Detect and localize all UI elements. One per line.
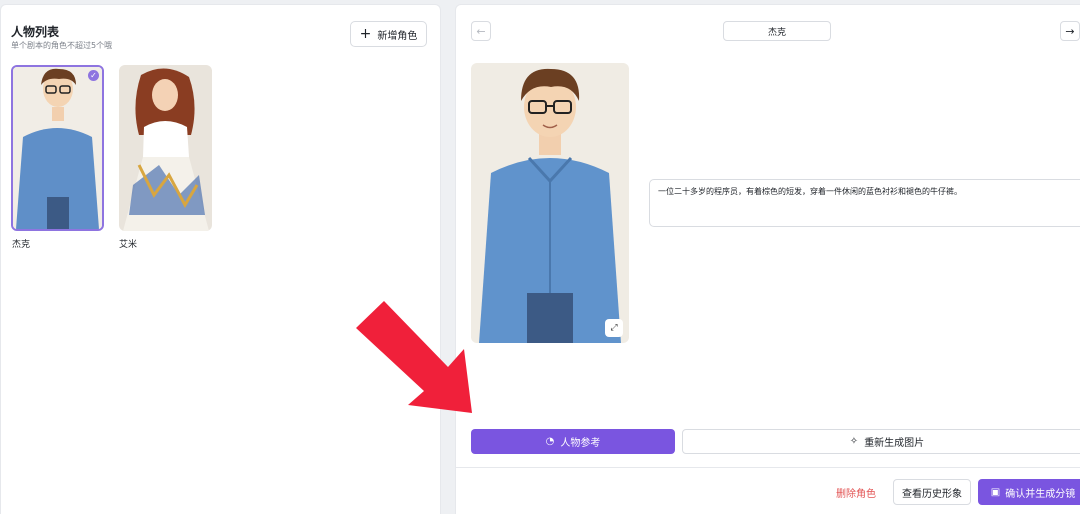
- character-thumbnail-jack: [13, 67, 102, 229]
- character-portrait: ⤢: [471, 63, 629, 343]
- delete-character-link[interactable]: 删除角色: [836, 485, 876, 500]
- confirm-generate-label: 确认并生成分镜: [1005, 488, 1076, 500]
- character-description-input[interactable]: 一位二十多岁的程序员，有着棕色的短发，穿着一件休闲的蓝色衬衫和褪色的牛仔裤。: [649, 179, 1080, 227]
- character-name-field[interactable]: 杰克: [723, 21, 831, 41]
- next-character-button[interactable]: →: [1060, 21, 1080, 41]
- character-card-amy[interactable]: [119, 65, 212, 231]
- character-detail-panel: ← 杰克 → ⤢ 一位二十多岁的程序员，有着棕色的短发，穿着一件休闲的蓝色衬衫和…: [455, 4, 1080, 514]
- view-history-button[interactable]: 查看历史形象: [893, 479, 971, 505]
- arrow-right-icon: →: [1065, 24, 1075, 38]
- confirm-generate-storyboard-button[interactable]: ▣ 确认并生成分镜: [978, 479, 1080, 505]
- character-list-title: 人物列表: [11, 25, 60, 39]
- footer-divider: [456, 467, 1080, 468]
- reference-icon: ◔: [545, 436, 555, 447]
- regenerate-image-button[interactable]: ✧ 重新生成图片: [682, 429, 1080, 454]
- portrait-image-jack: [471, 63, 629, 343]
- character-card-jack[interactable]: ✓: [11, 65, 104, 231]
- character-list-subtitle: 单个剧本的角色不超过5个哦: [11, 41, 113, 50]
- character-name-jack: 杰克: [12, 240, 31, 250]
- character-thumbnail-amy: [119, 65, 212, 231]
- arrow-left-icon: ←: [476, 24, 486, 38]
- character-list-panel: 人物列表 单个剧本的角色不超过5个哦 + 新增角色 ✓ 杰克 艾米: [0, 4, 441, 514]
- expand-image-button[interactable]: ⤢: [605, 319, 623, 337]
- regenerate-image-label: 重新生成图片: [864, 438, 925, 449]
- character-reference-button[interactable]: ◔ 人物参考: [471, 429, 675, 454]
- plus-icon: +: [359, 26, 372, 42]
- add-character-label: 新增角色: [377, 30, 418, 42]
- annotation-arrow: [356, 301, 472, 413]
- character-reference-label: 人物参考: [560, 438, 601, 449]
- character-name-amy: 艾米: [119, 240, 138, 250]
- add-character-button[interactable]: + 新增角色: [350, 21, 427, 47]
- check-icon: ✓: [88, 70, 99, 81]
- clapperboard-icon: ▣: [990, 486, 1001, 498]
- magic-wand-icon: ✧: [849, 436, 859, 447]
- previous-character-button[interactable]: ←: [471, 21, 491, 41]
- expand-icon: ⤢: [610, 323, 618, 333]
